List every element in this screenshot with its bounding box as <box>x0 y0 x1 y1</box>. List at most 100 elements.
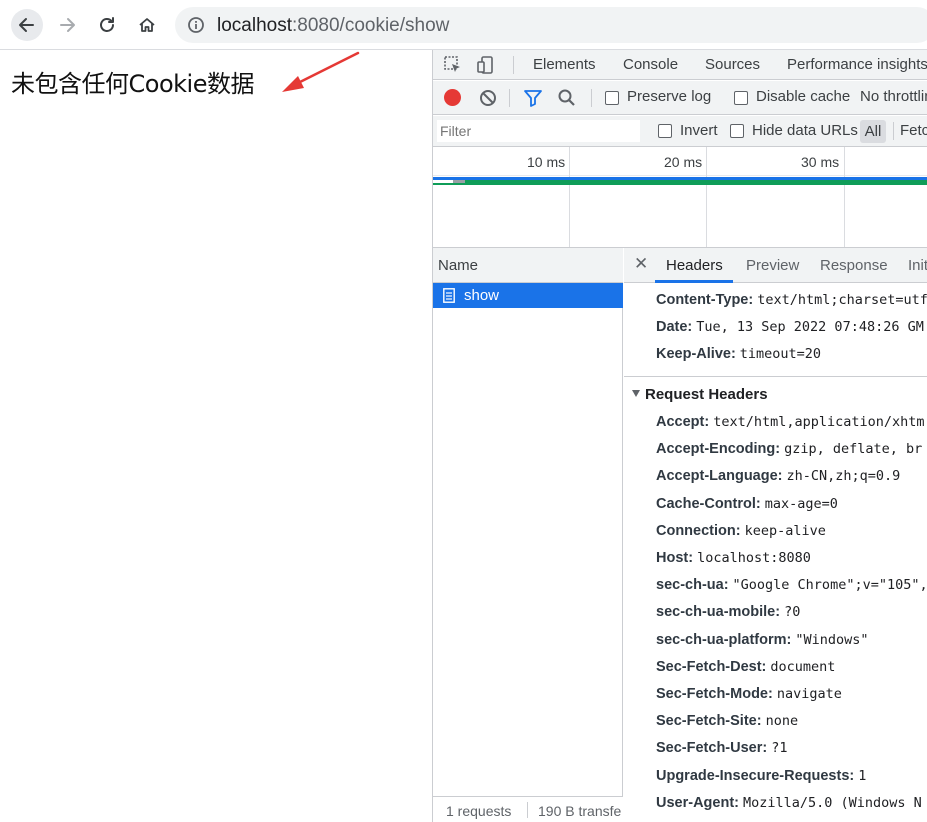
close-icon[interactable]: ✕ <box>634 254 648 274</box>
hide-data-urls-label: Hide data URLs <box>752 122 858 139</box>
filter-fetch-button[interactable]: Fetc <box>900 122 927 139</box>
header-name: Host: <box>656 550 694 566</box>
name-header-label: Name <box>438 257 479 274</box>
search-icon[interactable] <box>557 88 577 108</box>
red-arrow-annotation <box>282 51 360 92</box>
url-host: localhost <box>217 15 292 36</box>
network-status-bar: 1 requests 190 B transfe <box>433 796 623 822</box>
arrow-left-icon <box>19 18 34 32</box>
tabbar-separator <box>513 56 514 74</box>
header-name: Keep-Alive: <box>656 346 736 362</box>
status-requests: 1 requests <box>446 803 512 819</box>
invert-checkbox[interactable] <box>658 124 672 138</box>
toolbar-separator <box>509 89 510 107</box>
header-value: zh-CN,zh;q=0.9 <box>786 468 901 485</box>
triangle-down-icon <box>632 390 640 397</box>
header-row: Sec-Fetch-Site: none <box>656 713 798 729</box>
header-name: sec-ch-ua: <box>656 577 729 594</box>
header-value: max-age=0 <box>764 495 838 512</box>
header-value: ?0 <box>784 604 801 621</box>
header-name: sec-ch-ua-platform: <box>656 631 792 648</box>
filter-all-button[interactable]: All <box>860 120 886 143</box>
header-value: gzip, deflate, br <box>784 441 923 458</box>
header-value: timeout=20 <box>739 346 822 362</box>
header-row: Date: Tue, 13 Sep 2022 07:48:26 GM <box>656 319 924 335</box>
header-name: Sec-Fetch-User: <box>656 740 768 757</box>
browser-toolbar: localhost:8080/cookie/show <box>0 0 927 50</box>
hide-data-urls-checkbox[interactable] <box>730 124 744 138</box>
invert-label: Invert <box>680 122 718 139</box>
throttling-select[interactable]: No throttlin <box>860 88 927 105</box>
header-row: Content-Type: text/html;charset=utf <box>656 292 927 308</box>
header-name: Accept: <box>656 414 710 430</box>
devtools-panel: Elements Console Sources Performance ins… <box>432 50 927 822</box>
request-headers-toggle[interactable]: Request Headers <box>632 386 768 403</box>
filter-bar: Invert Hide data URLs All Fetc <box>433 116 927 147</box>
active-tab-indicator <box>655 280 733 283</box>
request-list: Name show 1 requests 190 B transfe <box>433 248 623 822</box>
header-value: 1 <box>858 767 867 784</box>
section-divider <box>624 376 927 377</box>
timeline-tick-10ms: 10 ms <box>527 154 566 170</box>
timeline-gridline <box>706 147 707 247</box>
url-text: localhost:8080/cookie/show <box>217 15 449 37</box>
page-content: 未包含任何Cookie数据 <box>0 50 432 822</box>
reload-button[interactable] <box>91 9 123 41</box>
header-row: Sec-Fetch-User: ?1 <box>656 740 787 756</box>
disable-cache-label: Disable cache <box>756 88 851 105</box>
reload-icon <box>100 17 114 32</box>
network-timeline: 10 ms 20 ms 30 ms <box>433 147 927 248</box>
page-message: 未包含任何Cookie数据 <box>11 70 254 98</box>
preserve-log-checkbox[interactable] <box>605 91 619 105</box>
header-row: sec-ch-ua-mobile: ?0 <box>656 604 800 620</box>
disable-cache-checkbox[interactable] <box>734 91 748 105</box>
home-icon <box>139 18 155 32</box>
tab-preview[interactable]: Preview <box>746 257 799 274</box>
filter-icon[interactable] <box>523 88 543 108</box>
arrow-right-icon <box>60 18 75 32</box>
header-row: Sec-Fetch-Dest: document <box>656 659 835 675</box>
request-row-show[interactable]: show <box>433 283 623 308</box>
header-row: User-Agent: Mozilla/5.0 (Windows N <box>656 795 922 811</box>
header-row: Keep-Alive: timeout=20 <box>656 346 821 362</box>
info-icon[interactable] <box>187 16 205 34</box>
inspect-element-icon[interactable] <box>443 55 463 75</box>
tab-initiator[interactable]: Initi <box>908 257 927 274</box>
record-button[interactable] <box>444 89 461 106</box>
tab-console[interactable]: Console <box>623 56 678 73</box>
network-toolbar: Preserve log Disable cache No throttlin <box>433 81 927 115</box>
timeline-bar-domcontent <box>433 177 927 180</box>
timeline-gridline <box>844 147 845 247</box>
header-name: Upgrade-Insecure-Requests: <box>656 767 855 784</box>
timeline-bar-segment <box>453 180 465 183</box>
timeline-bar-segment <box>433 180 453 183</box>
header-row: Upgrade-Insecure-Requests: 1 <box>656 768 866 784</box>
status-separator <box>527 802 528 818</box>
header-value: ?1 <box>771 740 788 757</box>
header-name: Accept-Language: <box>656 468 783 485</box>
clear-icon[interactable] <box>478 88 498 108</box>
header-value: text/html;charset=utf <box>757 292 927 308</box>
name-column-header[interactable]: Name <box>433 248 623 283</box>
forward-button[interactable] <box>51 9 83 41</box>
header-name: Date: <box>656 319 693 335</box>
address-bar[interactable]: localhost:8080/cookie/show <box>175 7 927 43</box>
device-toolbar-icon[interactable] <box>476 55 496 75</box>
tab-headers[interactable]: Headers <box>666 257 723 274</box>
filter-input[interactable] <box>437 120 640 142</box>
tab-performance-insights[interactable]: Performance insights <box>787 56 927 73</box>
tab-sources[interactable]: Sources <box>705 56 760 73</box>
header-row: Accept-Language: zh-CN,zh;q=0.9 <box>656 468 900 484</box>
back-button[interactable] <box>11 9 43 41</box>
document-icon <box>443 288 455 303</box>
request-headers-title: Request Headers <box>645 386 768 403</box>
tab-response[interactable]: Response <box>820 257 888 274</box>
request-name: show <box>464 287 500 304</box>
status-transferred: 190 B transfe <box>538 803 622 819</box>
header-name: Accept-Encoding: <box>656 441 781 458</box>
home-button[interactable] <box>131 9 163 41</box>
tab-elements[interactable]: Elements <box>533 56 596 73</box>
header-name: sec-ch-ua-mobile: <box>656 604 781 621</box>
header-row: Connection: keep-alive <box>656 523 826 539</box>
header-row: Cache-Control: max-age=0 <box>656 496 838 512</box>
